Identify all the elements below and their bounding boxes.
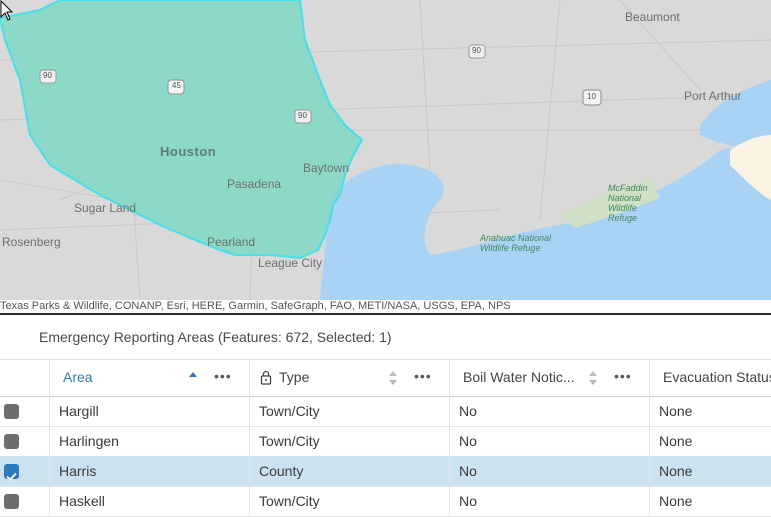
column-label-evacuation-status: Evacuation Status: [663, 369, 771, 385]
row-checkbox[interactable]: [4, 494, 19, 509]
cell-boil-water: No: [450, 426, 650, 456]
row-select-cell: [0, 396, 50, 426]
highway-shield-us90-east: 90: [472, 46, 481, 55]
harris-county-polygon: [0, 0, 364, 260]
row-checkbox[interactable]: [4, 404, 19, 419]
highway-shield-us90-mid: 90: [298, 111, 307, 120]
checkmark-icon: [6, 472, 17, 481]
column-menu-boil-water-icon[interactable]: •••: [614, 368, 632, 384]
map-attribution: Texas Parks & Wildlife, CONANP, Esri, HE…: [0, 300, 771, 313]
basemap: [0, 0, 771, 300]
cell-area: Hargill: [50, 396, 250, 426]
row-select-cell: [0, 486, 50, 516]
cell-area: Harris: [50, 456, 250, 486]
row-checkbox-checked[interactable]: [4, 464, 19, 481]
sort-icon[interactable]: [588, 370, 598, 386]
map-label-anahuac-refuge: Anahuac National Wildlife Refuge: [480, 233, 552, 253]
column-menu-type-icon[interactable]: •••: [414, 368, 432, 384]
column-header-boil-water[interactable]: Boil Water Notic... •••: [450, 360, 650, 396]
cell-evacuation-status: None: [659, 493, 693, 509]
lock-icon: [260, 370, 272, 385]
column-label-type: Type: [279, 369, 310, 385]
mouse-cursor-icon: [0, 0, 14, 21]
map-label-sugar-land: Sugar Land: [74, 201, 137, 215]
column-header-evacuation-status[interactable]: Evacuation Status: [650, 360, 771, 396]
map-label-houston: Houston: [160, 144, 217, 159]
cell-area: Haskell: [50, 486, 250, 516]
cell-type: Town/City: [250, 426, 450, 456]
row-checkbox[interactable]: [4, 434, 19, 449]
cell-type: Town/City: [250, 396, 450, 426]
cell-evacuation-status: None: [659, 463, 693, 479]
table-header-row: Area ••• Type ••• Boil Water Notic... ••…: [0, 359, 771, 397]
column-menu-area-icon[interactable]: •••: [214, 368, 232, 384]
table-row[interactable]: Hargill Town/City No None: [0, 396, 771, 427]
row-select-cell: [0, 456, 50, 486]
column-header-area[interactable]: Area •••: [50, 360, 250, 396]
cell-boil-water: No: [450, 486, 650, 516]
table-row[interactable]: Harlingen Town/City No None: [0, 426, 771, 457]
cell-type: Town/City: [250, 486, 450, 516]
cell-type: County: [250, 456, 450, 486]
map-label-rosenberg: Rosenberg: [2, 235, 61, 249]
map-label-mcfaddin-refuge: McFaddin National Wildlife Refuge: [608, 183, 648, 223]
cell-boil-water: No: [450, 396, 650, 426]
select-column-header: [0, 360, 50, 396]
attribute-table: Emergency Reporting Areas (Features: 672…: [0, 313, 771, 517]
highway-shield-us90-left: 90: [43, 71, 52, 80]
column-label-boil-water: Boil Water Notic...: [463, 369, 575, 385]
cell-area: Harlingen: [50, 426, 250, 456]
table-row[interactable]: Haskell Town/City No None: [0, 486, 771, 517]
cell-evacuation-status: None: [659, 403, 693, 419]
column-label-area: Area: [63, 369, 93, 385]
map-label-port-arthur: Port Arthur: [684, 89, 742, 103]
map-label-baytown: Baytown: [303, 161, 350, 175]
map-label-pearland: Pearland: [207, 235, 256, 249]
column-header-type[interactable]: Type •••: [250, 360, 450, 396]
map-label-league-city: League City: [258, 256, 323, 270]
sort-ascending-icon[interactable]: [188, 370, 198, 386]
map-label-beaumont: Beaumont: [625, 10, 680, 24]
highway-shield-i10: 10: [587, 92, 596, 101]
cell-evacuation-status: None: [659, 433, 693, 449]
map-view[interactable]: 45 10 90 90 90 Beaumont Port Arthur Hous…: [0, 0, 771, 300]
row-select-cell: [0, 426, 50, 456]
map-label-pasadena: Pasadena: [227, 177, 282, 191]
sort-icon[interactable]: [388, 370, 398, 386]
table-row-selected[interactable]: Harris County No None: [0, 456, 771, 487]
cell-boil-water: No: [450, 456, 650, 486]
table-title: Emergency Reporting Areas (Features: 672…: [39, 329, 392, 345]
highway-shield-i45: 45: [172, 81, 181, 90]
